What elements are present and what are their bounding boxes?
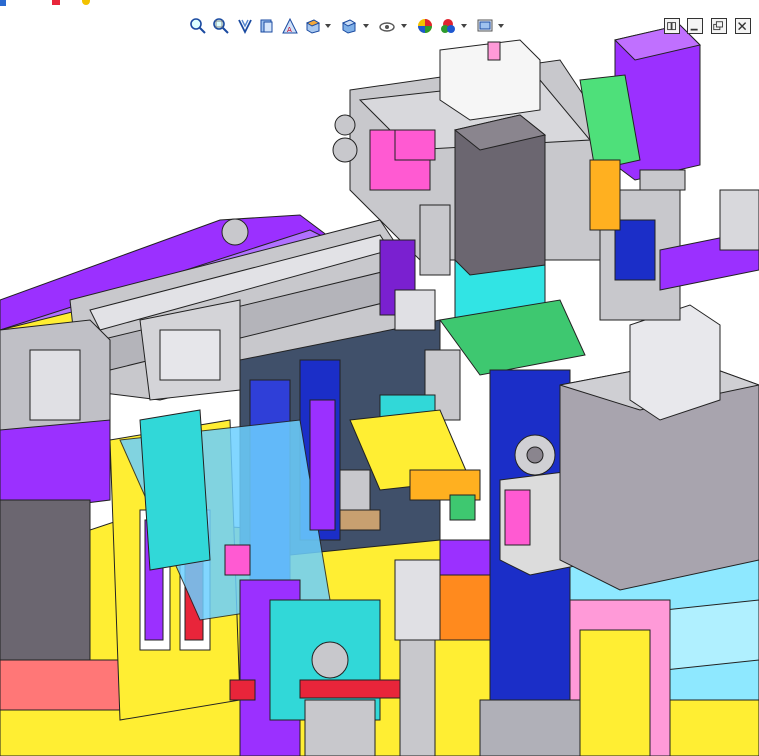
- partial-yellow-icon: [82, 0, 90, 5]
- assembly-model[interactable]: [0, 0, 759, 756]
- view-orientation-dropdown[interactable]: [324, 17, 332, 35]
- graphics-area[interactable]: [0, 0, 759, 756]
- minimize-icon[interactable]: [687, 18, 703, 34]
- heads-up-view-toolbar: A: [0, 0, 759, 44]
- apply-scene-icon[interactable]: [439, 17, 457, 35]
- svg-text:A: A: [287, 26, 292, 34]
- display-style-icon[interactable]: [340, 17, 358, 35]
- zoom-to-fit-icon[interactable]: [189, 17, 207, 35]
- zoom-to-area-icon[interactable]: [212, 17, 230, 35]
- previous-view-icon[interactable]: [236, 17, 254, 35]
- view-settings-dropdown[interactable]: [497, 17, 505, 35]
- view-settings-icon[interactable]: [476, 17, 494, 35]
- dynamic-annotation-icon[interactable]: A: [281, 17, 299, 35]
- partial-red-icon: [52, 0, 60, 5]
- corner-icon: [0, 0, 6, 6]
- edit-appearance-icon[interactable]: [416, 17, 434, 35]
- close-icon[interactable]: [735, 18, 751, 34]
- tile-horizontal-icon[interactable]: [664, 18, 680, 34]
- hide-show-items-icon[interactable]: [378, 17, 396, 35]
- hide-show-items-dropdown[interactable]: [400, 17, 408, 35]
- section-view-icon[interactable]: [258, 17, 276, 35]
- apply-scene-dropdown[interactable]: [460, 17, 468, 35]
- display-style-dropdown[interactable]: [362, 17, 370, 35]
- restore-icon[interactable]: [711, 18, 727, 34]
- view-orientation-icon[interactable]: [304, 17, 322, 35]
